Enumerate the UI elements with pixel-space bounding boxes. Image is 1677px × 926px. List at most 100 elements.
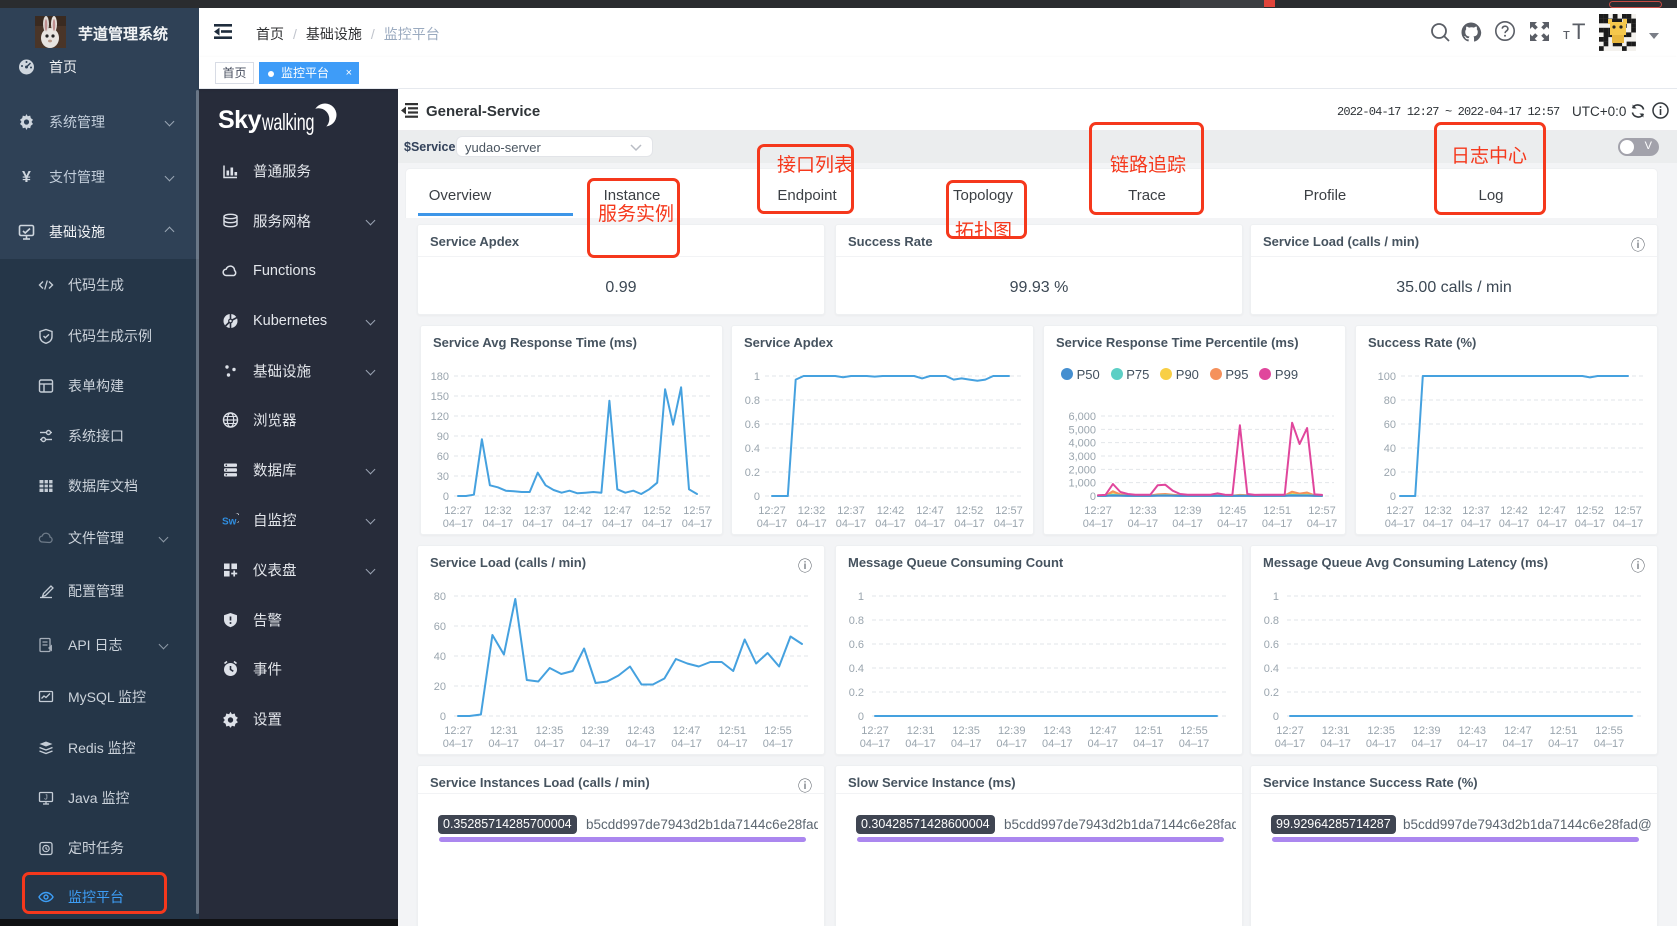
svg-text:4,000: 4,000 <box>1068 438 1096 450</box>
svg-text:04–17: 04–17 <box>905 738 936 750</box>
svg-text:04–17: 04–17 <box>954 518 985 530</box>
svg-text:04–17: 04–17 <box>796 518 827 530</box>
svg-text:12:43: 12:43 <box>1459 725 1487 737</box>
svg-text:04–17: 04–17 <box>1499 518 1530 530</box>
svg-text:12:52: 12:52 <box>643 505 671 517</box>
svg-text:12:37: 12:37 <box>524 505 552 517</box>
svg-text:12:37: 12:37 <box>1462 505 1490 517</box>
svg-text:04–17: 04–17 <box>443 518 474 530</box>
svg-text:80: 80 <box>1384 395 1396 407</box>
svg-text:12:47: 12:47 <box>1538 505 1566 517</box>
svg-text:04–17: 04–17 <box>483 518 514 530</box>
svg-text:Sw: Sw <box>222 517 237 528</box>
svg-text:0: 0 <box>1390 491 1396 503</box>
svg-text:60: 60 <box>437 451 449 463</box>
svg-text:04–17: 04–17 <box>522 518 553 530</box>
svg-text:04–17: 04–17 <box>580 738 611 750</box>
svg-text:12:57: 12:57 <box>1614 505 1642 517</box>
svg-text:0: 0 <box>1090 491 1096 503</box>
svg-text:12:55: 12:55 <box>1595 725 1623 737</box>
svg-text:12:31: 12:31 <box>907 725 935 737</box>
svg-text:12:51: 12:51 <box>719 725 747 737</box>
svg-text:04–17: 04–17 <box>1275 738 1306 750</box>
svg-text:12:45: 12:45 <box>1219 505 1247 517</box>
svg-text:20: 20 <box>1384 467 1396 479</box>
svg-text:04–17: 04–17 <box>915 518 946 530</box>
svg-text:0.4: 0.4 <box>849 663 864 675</box>
svg-text:0: 0 <box>443 491 449 503</box>
svg-text:20: 20 <box>434 681 446 693</box>
svg-text:12:55: 12:55 <box>1180 725 1208 737</box>
svg-text:04–17: 04–17 <box>717 738 748 750</box>
svg-text:0.2: 0.2 <box>1264 687 1279 699</box>
svg-text:12:32: 12:32 <box>484 505 512 517</box>
svg-text:12:52: 12:52 <box>956 505 984 517</box>
svg-text:04–17: 04–17 <box>1423 518 1454 530</box>
svg-text:12:57: 12:57 <box>683 505 711 517</box>
svg-text:3,000: 3,000 <box>1068 451 1096 463</box>
svg-text:0: 0 <box>1273 711 1279 723</box>
svg-text:12:27: 12:27 <box>1386 505 1414 517</box>
svg-text:12:39: 12:39 <box>998 725 1026 737</box>
svg-text:12:42: 12:42 <box>564 505 592 517</box>
svg-text:0.4: 0.4 <box>1264 663 1279 675</box>
svg-text:60: 60 <box>434 621 446 633</box>
svg-text:12:47: 12:47 <box>604 505 632 517</box>
svg-text:12:32: 12:32 <box>1424 505 1452 517</box>
svg-text:04–17: 04–17 <box>1575 518 1606 530</box>
svg-text:04–17: 04–17 <box>1385 518 1416 530</box>
svg-text:0.6: 0.6 <box>1264 639 1279 651</box>
svg-text:¥: ¥ <box>22 169 31 185</box>
svg-text:04–17: 04–17 <box>763 738 794 750</box>
svg-text:12:47: 12:47 <box>916 505 944 517</box>
svg-text:12:27: 12:27 <box>758 505 786 517</box>
svg-text:04–17: 04–17 <box>562 518 593 530</box>
svg-text:04–17: 04–17 <box>951 738 982 750</box>
svg-text:04–17: 04–17 <box>1179 738 1210 750</box>
svg-text:90: 90 <box>437 431 449 443</box>
svg-text:12:37: 12:37 <box>837 505 865 517</box>
svg-text:12:35: 12:35 <box>536 725 564 737</box>
svg-text:12:27: 12:27 <box>444 725 472 737</box>
svg-text:04–17: 04–17 <box>1320 738 1351 750</box>
svg-text:0.2: 0.2 <box>849 687 864 699</box>
svg-text:04–17: 04–17 <box>671 738 702 750</box>
svg-text:04–17: 04–17 <box>1088 738 1119 750</box>
svg-text:04–17: 04–17 <box>443 738 474 750</box>
svg-text:0.6: 0.6 <box>745 419 760 431</box>
svg-text:12:57: 12:57 <box>1308 505 1336 517</box>
svg-text:04–17: 04–17 <box>1042 738 1073 750</box>
svg-text:04–17: 04–17 <box>1133 738 1164 750</box>
svg-text:04–17: 04–17 <box>1461 518 1492 530</box>
svg-text:04–17: 04–17 <box>757 518 788 530</box>
svg-text:12:51: 12:51 <box>1135 725 1163 737</box>
svg-text:12:27: 12:27 <box>861 725 889 737</box>
svg-text:12:51: 12:51 <box>1550 725 1578 737</box>
svg-text:0.4: 0.4 <box>745 443 760 455</box>
svg-text:12:47: 12:47 <box>1089 725 1117 737</box>
svg-text:40: 40 <box>434 651 446 663</box>
svg-text:04–17: 04–17 <box>1262 518 1293 530</box>
svg-text:30: 30 <box>437 471 449 483</box>
svg-text:04–17: 04–17 <box>1594 738 1625 750</box>
svg-text:12:27: 12:27 <box>1084 505 1112 517</box>
svg-text:12:42: 12:42 <box>877 505 905 517</box>
svg-text:0: 0 <box>858 711 864 723</box>
svg-text:6,000: 6,000 <box>1068 411 1096 423</box>
svg-text:12:55: 12:55 <box>764 725 792 737</box>
svg-text:12:47: 12:47 <box>673 725 701 737</box>
svg-text:04–17: 04–17 <box>626 738 657 750</box>
svg-text:04–17: 04–17 <box>996 738 1027 750</box>
svg-text:04–17: 04–17 <box>1307 518 1338 530</box>
svg-text:0.2: 0.2 <box>745 467 760 479</box>
svg-text:12:35: 12:35 <box>952 725 980 737</box>
svg-text:04–17: 04–17 <box>1411 738 1442 750</box>
svg-text:12:57: 12:57 <box>995 505 1023 517</box>
svg-text:T: T <box>1572 19 1585 44</box>
svg-text:12:51: 12:51 <box>1263 505 1291 517</box>
svg-text:12:33: 12:33 <box>1129 505 1157 517</box>
svg-text:12:47: 12:47 <box>1504 725 1532 737</box>
svg-text:12:39: 12:39 <box>1413 725 1441 737</box>
svg-text:04–17: 04–17 <box>1548 738 1579 750</box>
svg-text:12:39: 12:39 <box>1174 505 1202 517</box>
